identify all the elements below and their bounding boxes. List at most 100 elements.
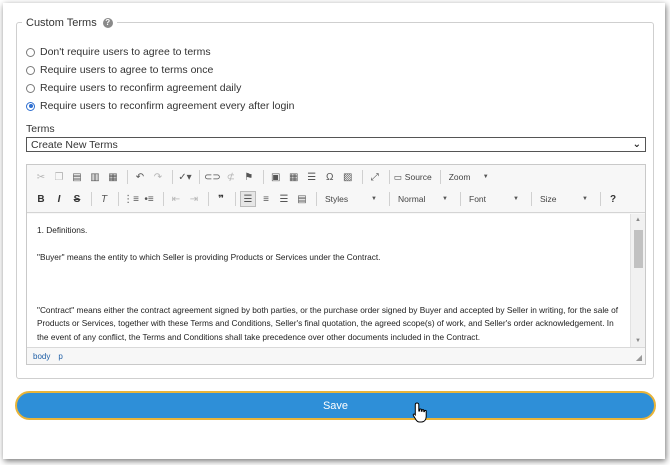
element-path-p[interactable]: p <box>58 352 62 361</box>
hand-pointer-cursor-icon <box>412 402 427 423</box>
toolbar-separator <box>127 170 128 184</box>
bold-icon[interactable]: B <box>33 191 49 207</box>
size-dropdown[interactable]: Size ▼ <box>536 192 592 207</box>
source-label: Source <box>404 172 432 182</box>
editor-paragraph <box>37 277 620 291</box>
editor-content-area[interactable]: 1. Definitions. "Buyer" means the entity… <box>27 214 630 347</box>
toolbar-separator <box>316 192 317 206</box>
radio-button[interactable] <box>26 47 35 57</box>
toolbar-row-1: ✂ ❐ ▤ ▥ ▦ ↶ ↷ ✓▾ ⊂⊃ ⊄ ⚑ ▣ ▦ ☰ Ω ▨ ⤢ ▭ So… <box>33 168 497 186</box>
element-path-body[interactable]: body <box>33 352 50 361</box>
blockquote-icon[interactable]: ❞ <box>213 191 229 207</box>
redo-icon[interactable]: ↷ <box>150 169 166 185</box>
radio-button[interactable] <box>26 83 35 93</box>
remove-format-icon[interactable]: T <box>96 191 112 207</box>
rich-text-editor: ✂ ❐ ▤ ▥ ▦ ↶ ↷ ✓▾ ⊂⊃ ⊄ ⚑ ▣ ▦ ☰ Ω ▨ ⤢ ▭ So… <box>26 164 646 365</box>
dropdown-arrow-icon: ▼ <box>442 196 448 202</box>
resize-handle-icon[interactable]: ◢ <box>636 353 642 362</box>
toolbar-separator <box>118 192 119 206</box>
special-char-omega-icon[interactable]: Ω <box>322 169 338 185</box>
paste-text-icon[interactable]: ▥ <box>87 169 103 185</box>
zoom-dropdown[interactable]: Zoom ▼ <box>445 170 493 185</box>
toolbar-row-2: B I S T ⋮≡ •≡ ⇤ ⇥ ❞ ☰ ≡ ☰ ▤ Styles ▼ Nor… <box>33 190 623 208</box>
styles-dropdown[interactable]: Styles ▼ <box>321 192 381 207</box>
maximize-icon[interactable]: ⤢ <box>367 169 383 185</box>
toolbar-separator <box>361 170 363 184</box>
unlink-icon[interactable]: ⊄ <box>223 169 239 185</box>
terms-label: Terms <box>26 123 55 135</box>
editor-paragraph: 1. Definitions. <box>37 225 88 235</box>
toolbar-separator <box>163 192 164 206</box>
table-icon[interactable]: ▦ <box>286 169 302 185</box>
radio-button-checked[interactable] <box>26 101 35 111</box>
radio-option-no-agreement[interactable]: Don't require users to agree to terms <box>26 46 211 58</box>
radio-label[interactable]: Require users to agree to terms once <box>40 64 213 76</box>
anchor-flag-icon[interactable]: ⚑ <box>241 169 257 185</box>
bulleted-list-icon[interactable]: •≡ <box>141 191 157 207</box>
toolbar-separator <box>235 192 236 206</box>
terms-select[interactable]: Create New Terms ⌄ <box>26 137 646 152</box>
source-icon: ▭ <box>393 171 402 182</box>
strikethrough-icon[interactable]: S <box>69 191 85 207</box>
font-dropdown[interactable]: Font ▼ <box>465 192 523 207</box>
radio-option-agree-once[interactable]: Require users to agree to terms once <box>26 64 213 76</box>
cut-icon[interactable]: ✂ <box>33 169 49 185</box>
toolbar-separator <box>600 192 601 206</box>
spellcheck-icon[interactable]: ✓▾ <box>177 169 193 185</box>
radio-label[interactable]: Don't require users to agree to terms <box>40 46 211 58</box>
font-label: Font <box>469 194 487 204</box>
iframe-image-icon[interactable]: ▨ <box>340 169 356 185</box>
radio-label[interactable]: Require users to reconfirm agreement eve… <box>40 100 294 112</box>
radio-label[interactable]: Require users to reconfirm agreement dai… <box>40 82 241 94</box>
toolbar-separator <box>91 192 92 206</box>
scroll-up-arrow-icon[interactable]: ▲ <box>635 217 641 223</box>
toolbar-separator <box>388 170 390 184</box>
styles-label: Styles <box>325 194 349 204</box>
editor-scrollbar[interactable]: ▲ ▼ <box>630 214 645 347</box>
toolbar-separator <box>389 192 390 206</box>
source-button[interactable]: ▭ Source <box>394 172 432 183</box>
custom-terms-legend: Custom Terms ? <box>22 17 117 29</box>
toolbar-separator <box>531 192 532 206</box>
increase-indent-icon[interactable]: ⇥ <box>186 191 202 207</box>
format-dropdown[interactable]: Normal ▼ <box>394 192 452 207</box>
scroll-thumb[interactable] <box>634 230 643 268</box>
toolbar-separator <box>172 170 173 184</box>
dropdown-arrow-icon: ▼ <box>513 196 519 202</box>
numbered-list-icon[interactable]: ⋮≡ <box>123 191 139 207</box>
link-icon[interactable]: ⊂⊃ <box>204 169 221 185</box>
radio-option-reconfirm-every-login[interactable]: Require users to reconfirm agreement eve… <box>26 100 294 112</box>
question-circle-icon[interactable]: ? <box>102 18 113 28</box>
decrease-indent-icon[interactable]: ⇤ <box>168 191 184 207</box>
toolbar-separator <box>439 170 441 184</box>
paste-icon[interactable]: ▤ <box>69 169 85 185</box>
editor-paragraph: "Buyer" means the entity to which Seller… <box>37 251 381 262</box>
horizontal-rule-icon[interactable]: ☰ <box>304 169 320 185</box>
image-icon[interactable]: ▣ <box>268 169 284 185</box>
save-button-label: Save <box>322 399 349 412</box>
terms-select-value: Create New Terms <box>31 138 118 151</box>
align-center-icon[interactable]: ≡ <box>258 191 274 207</box>
toolbar-separator <box>208 192 209 206</box>
toolbar-separator <box>460 192 461 206</box>
copy-icon[interactable]: ❐ <box>51 169 67 185</box>
dropdown-arrow-icon: ▼ <box>371 196 377 202</box>
align-right-icon[interactable]: ☰ <box>276 191 292 207</box>
chevron-down-icon: ⌄ <box>632 139 641 150</box>
dropdown-arrow-icon: ▼ <box>482 174 489 180</box>
zoom-label: Zoom <box>448 172 471 182</box>
undo-icon[interactable]: ↶ <box>132 169 148 185</box>
italic-icon[interactable]: I <box>51 191 67 207</box>
scroll-down-arrow-icon[interactable]: ▼ <box>635 338 641 344</box>
save-button[interactable]: Save <box>15 391 656 420</box>
radio-option-reconfirm-daily[interactable]: Require users to reconfirm agreement dai… <box>26 82 241 94</box>
align-left-icon[interactable]: ☰ <box>240 191 256 207</box>
align-justify-icon[interactable]: ▤ <box>294 191 310 207</box>
help-icon[interactable]: ? <box>605 191 621 207</box>
editor-toolbar: ✂ ❐ ▤ ▥ ▦ ↶ ↷ ✓▾ ⊂⊃ ⊄ ⚑ ▣ ▦ ☰ Ω ▨ ⤢ ▭ So… <box>27 165 645 213</box>
toolbar-separator <box>199 170 200 184</box>
paste-word-icon[interactable]: ▦ <box>105 169 121 185</box>
radio-button[interactable] <box>26 65 35 75</box>
editor-paragraph: "Contract" means either the contract agr… <box>37 304 619 342</box>
toolbar-separator <box>262 170 264 184</box>
